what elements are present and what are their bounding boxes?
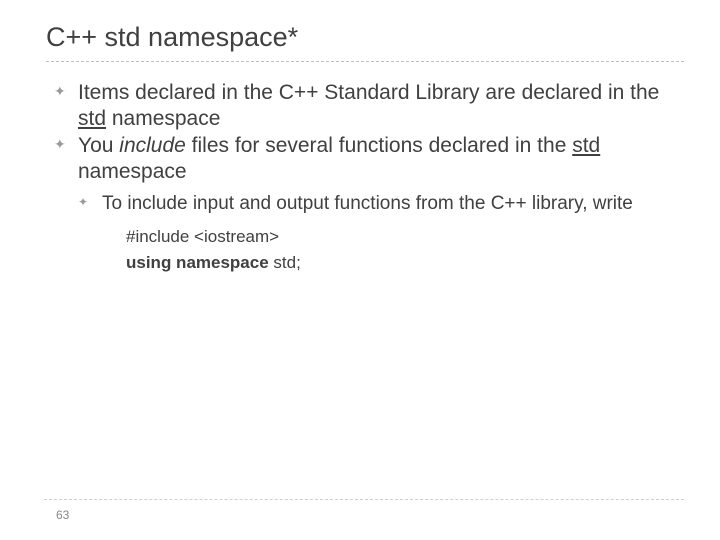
text: namespace: [106, 107, 220, 130]
underline-text: std: [572, 134, 600, 157]
bullet-item: You include files for several functions …: [54, 133, 684, 275]
text: namespace: [78, 160, 187, 183]
text: To include input and output functions fr…: [102, 193, 633, 214]
bold-text: using namespace: [126, 253, 269, 272]
bullet-list: Items declared in the C++ Standard Libra…: [54, 80, 684, 275]
sub-bullet-item: To include input and output functions fr…: [78, 192, 684, 275]
sub-bullet-list: To include input and output functions fr…: [78, 192, 684, 275]
code-block: #include <iostream> using namespace std;: [126, 224, 684, 275]
page-number: 63: [56, 508, 69, 522]
footer-divider: [44, 499, 684, 500]
slide-title: C++ std namespace*: [46, 22, 684, 62]
text: std;: [269, 253, 301, 272]
text: files for several functions declared in …: [186, 134, 572, 157]
text: You: [78, 134, 119, 157]
italic-text: include: [119, 134, 186, 157]
code-line: using namespace std;: [126, 250, 684, 276]
slide: C++ std namespace* Items declared in the…: [0, 0, 720, 540]
code-line: #include <iostream>: [126, 224, 684, 250]
underline-text: std: [78, 107, 106, 130]
bullet-item: Items declared in the C++ Standard Libra…: [54, 80, 684, 131]
text: Items declared in the C++ Standard Libra…: [78, 81, 659, 104]
